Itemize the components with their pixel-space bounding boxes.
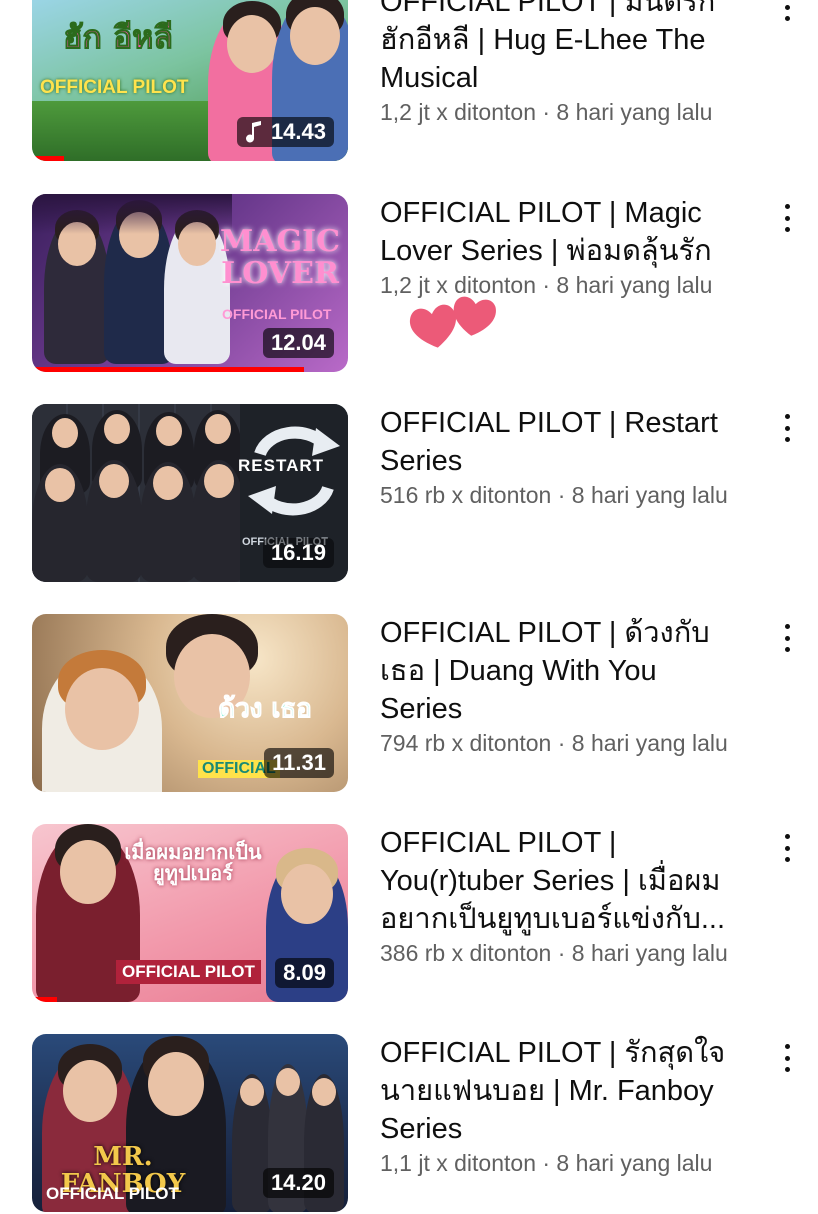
video-title[interactable]: OFFICIAL PILOT | Restart Series [380,404,780,480]
video-title[interactable]: OFFICIAL PILOT | You(r)tuber Series | เม… [380,824,780,938]
duration-badge: 12.04 [262,328,334,358]
video-meta[interactable]: OFFICIAL PILOT | รักสุดใจ นายแฟนบอย | Mr… [380,1034,780,1178]
video-meta[interactable]: OFFICIAL PILOT | You(r)tuber Series | เม… [380,824,780,968]
title-line: You(r)tuber Series | เมื่อผม [380,865,721,897]
title-line: Series [380,445,463,477]
watch-progress-bar [32,367,304,372]
video-item[interactable]: MR. FANBOY OFFICIAL PILOT 14.20 OFFICIAL… [0,1034,818,1214]
title-line: OFFICIAL PILOT | Magic [380,197,702,229]
thumbnail-title-art: RESTART [238,456,325,475]
duration-badge: 14.20 [262,1168,334,1198]
duration-text: 8.09 [283,960,326,985]
video-title[interactable]: OFFICIAL PILOT | Magic Lover Series | พ่… [380,194,780,270]
duration-text: 14.20 [270,1170,326,1195]
title-line: ฮักอีหลี | Hug E-Lhee The [380,24,706,56]
duration-text: 12.04 [270,330,326,355]
thumbnail-tag: OFFICIAL PILOT [46,1184,179,1203]
title-line: Musical [380,62,479,94]
duration-text: 16.19 [270,540,326,565]
duration-badge: 8.09 [275,958,334,988]
title-line: นายแฟนบอย | Mr. Fanboy [380,1075,714,1107]
duration-text: 11.31 [272,750,326,775]
video-meta[interactable]: OFFICIAL PILOT | Restart Series 516 rb x… [380,404,780,510]
title-line: OFFICIAL PILOT | ด้วงกับ [380,617,710,649]
more-vertical-icon[interactable] [772,618,802,658]
thumbnail-title-art: เมื่อผมอยากเป็น ยูทูปเบอร์ [124,840,262,885]
title-line: OFFICIAL PILOT | Restart [380,407,718,439]
thumbnail-title-art: ฮัก อีหลี [63,18,174,56]
video-thumbnail[interactable]: MAGIC LOVER OFFICIAL PILOT 12.04 [32,194,348,372]
more-vertical-icon[interactable] [772,1038,802,1078]
video-title[interactable]: OFFICIAL PILOT | รักสุดใจ นายแฟนบอย | Mr… [380,1034,780,1148]
video-thumbnail[interactable]: RESTART OFFICIAL PILOT 16.19 [32,404,348,582]
more-vertical-icon[interactable] [772,198,802,238]
title-line: OFFICIAL PILOT | รักสุดใจ [380,1037,726,1069]
title-line: OFFICIAL PILOT | มันดีรัก [380,0,716,18]
duration-badge: 16.19 [262,538,334,568]
video-item[interactable]: RESTART OFFICIAL PILOT 16.19 OFFICIAL PI… [0,404,818,584]
watch-progress-bar [32,997,58,1002]
thumbnail-tag: OFFICIAL PILOT [222,306,332,322]
video-item[interactable]: เมื่อผมอยากเป็น ยูทูปเบอร์ OFFICIAL PILO… [0,824,818,1004]
title-line: Series [380,693,463,725]
duration-text: 14.43 [270,119,326,144]
thumbnail-title-art: MAGIC LOVER [219,224,340,291]
video-meta[interactable]: OFFICIAL PILOT | ด้วงกับ เธอ | Duang Wit… [380,614,780,758]
more-vertical-icon[interactable] [772,408,802,448]
more-vertical-icon[interactable] [772,828,802,868]
video-info: 516 rb x ditonton · 8 hari yang lalu [380,482,728,508]
video-title[interactable]: OFFICIAL PILOT | มันดีรัก ฮักอีหลี | Hug… [380,0,780,97]
video-info: 1,2 jt x ditonton · 8 hari yang lalu [380,99,713,125]
video-meta[interactable]: OFFICIAL PILOT | Magic Lover Series | พ่… [380,194,780,300]
title-line: เธอ | Duang With You [380,655,657,687]
video-meta[interactable]: OFFICIAL PILOT | มันดีรัก ฮักอีหลี | Hug… [380,0,780,127]
video-info: 794 rb x ditonton · 8 hari yang lalu [380,730,728,756]
video-thumbnail[interactable]: ฮัก อีหลี OFFICIAL PILOT 14.43 [32,0,348,161]
title-line: OFFICIAL PILOT | [380,827,617,859]
watch-progress-bar [32,156,64,161]
title-line: Lover Series | พ่อมดลุ้นรัก [380,235,712,267]
music-note-icon [245,121,261,143]
title-line: อยากเป็นยูทูบเบอร์แข่งกับ... [380,903,726,935]
thumbnail-tag: OFFICIAL PILOT [40,77,189,98]
hearts-sticker-icon [409,296,496,348]
title-line: Series [380,1113,463,1145]
video-thumbnail[interactable]: เมื่อผมอยากเป็น ยูทูปเบอร์ OFFICIAL PILO… [32,824,348,1002]
video-item[interactable]: ด้วง เธอ OFFICIAL 11.31 OFFICIAL PILOT |… [0,614,818,794]
thumbnail-tag: OFFICIAL PILOT [116,960,261,984]
more-vertical-icon[interactable] [772,0,802,27]
video-thumbnail[interactable]: MR. FANBOY OFFICIAL PILOT 14.20 [32,1034,348,1212]
video-title[interactable]: OFFICIAL PILOT | ด้วงกับ เธอ | Duang Wit… [380,614,780,728]
duration-badge: 14.43 [236,117,334,147]
video-info: 386 rb x ditonton · 8 hari yang lalu [380,940,728,966]
duration-badge: 11.31 [264,748,334,778]
thumbnail-title-art: ด้วง เธอ [218,694,313,724]
video-thumbnail[interactable]: ด้วง เธอ OFFICIAL 11.31 [32,614,348,792]
video-info: 1,1 jt x ditonton · 8 hari yang lalu [380,1150,713,1176]
video-item[interactable]: ฮัก อีหลี OFFICIAL PILOT 14.43 OFFICIAL … [0,0,818,163]
